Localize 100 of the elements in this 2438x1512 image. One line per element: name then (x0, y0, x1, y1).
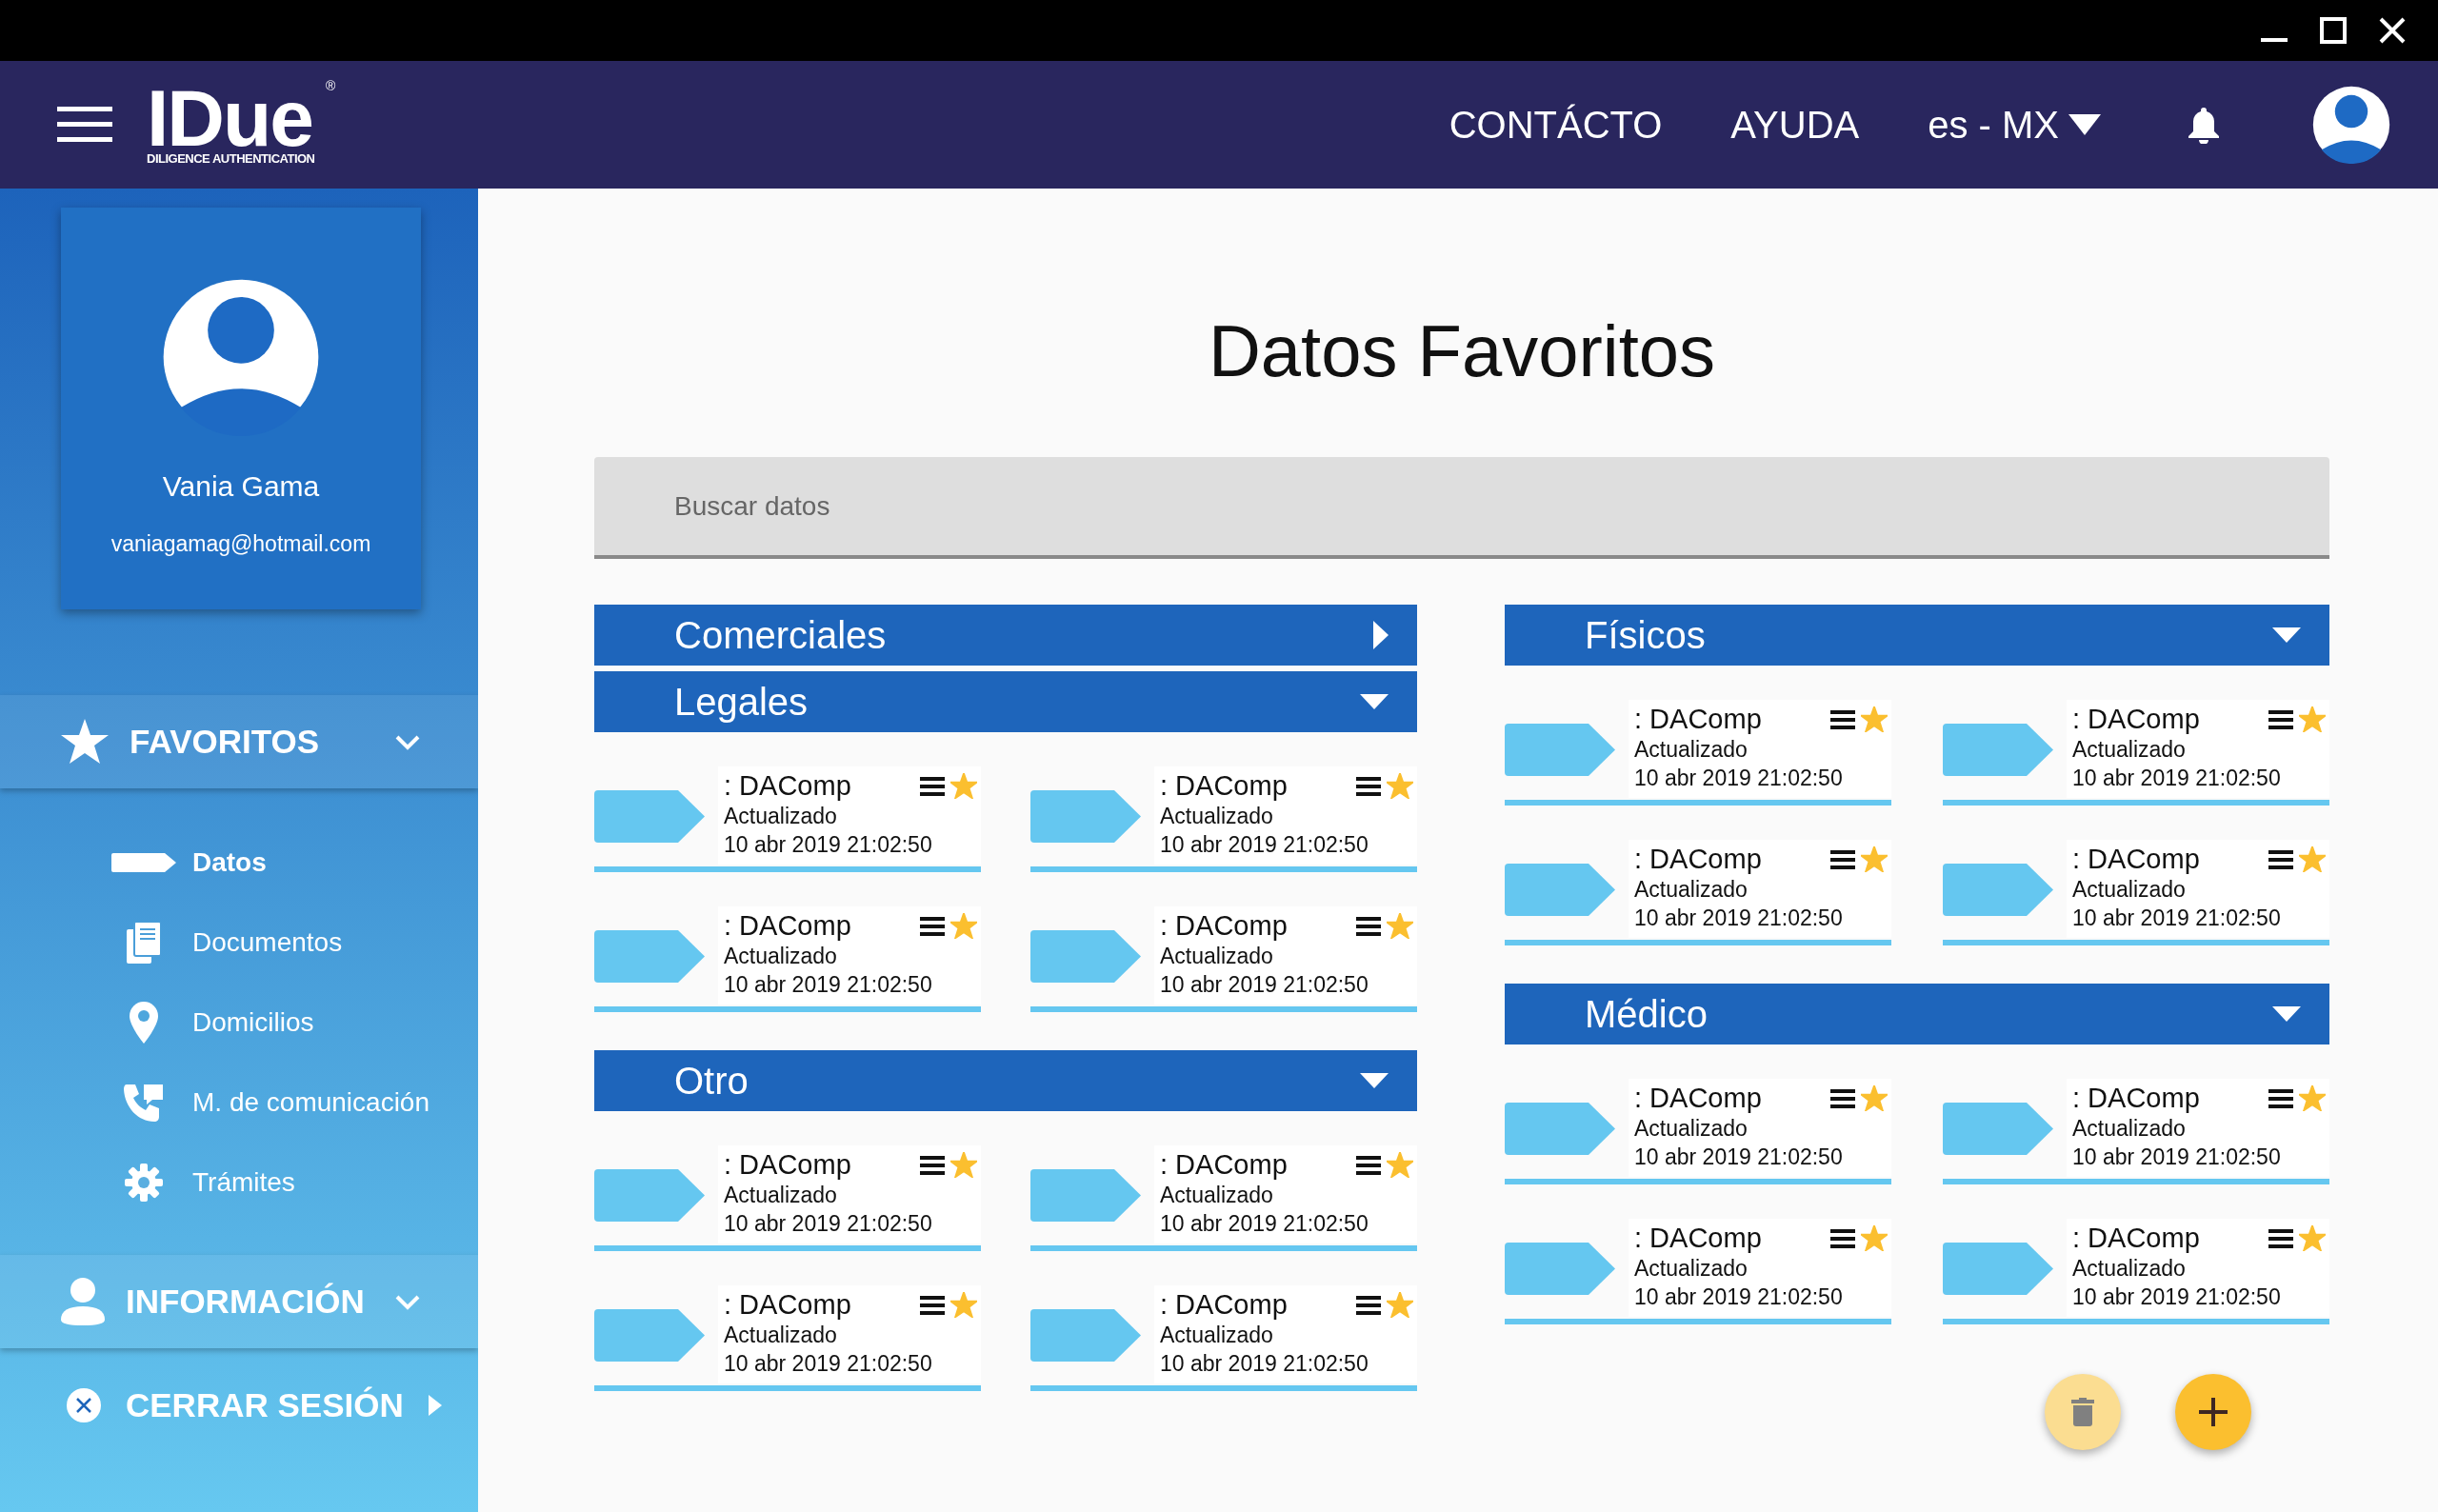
menu-icon[interactable] (1356, 915, 1381, 937)
date-label: 10 abr 2019 21:02:50 (2072, 905, 2282, 932)
data-card[interactable]: : DAComp Actualizado 10 abr 2019 21:02:50 (1505, 1219, 1891, 1324)
status-label: Actualizado (1634, 1255, 1749, 1283)
data-card[interactable]: : DAComp Actualizado 10 abr 2019 21:02:50 (1505, 700, 1891, 806)
star-icon[interactable] (950, 1152, 977, 1178)
tag-icon (1505, 1103, 1615, 1155)
date-label: 10 abr 2019 21:02:50 (724, 1350, 933, 1378)
star-icon[interactable] (950, 773, 977, 799)
menu-icon[interactable] (920, 1294, 945, 1316)
status-label: Actualizado (724, 803, 838, 830)
section-header[interactable]: Físicos (1505, 605, 2329, 666)
menu-icon[interactable] (57, 107, 112, 143)
phone-icon (123, 1083, 165, 1123)
language-selector[interactable]: es - MX (1928, 103, 2101, 147)
star-icon[interactable] (2299, 1225, 2326, 1251)
data-card[interactable]: : DAComp Actualizado 10 abr 2019 21:02:50 (1505, 1079, 1891, 1184)
star-icon[interactable] (1861, 706, 1888, 732)
menu-icon[interactable] (1830, 848, 1855, 870)
menu-icon[interactable] (1356, 1154, 1381, 1176)
date-label: 10 abr 2019 21:02:50 (1160, 1210, 1369, 1238)
search-field[interactable]: Buscar datos (594, 457, 2329, 559)
section-label: Físicos (1585, 613, 1707, 657)
logo-tagline: DILIGENCE AUTHENTICATION (147, 152, 315, 166)
data-card[interactable]: : DAComp Actualizado 10 abr 2019 21:02:50 (1943, 1079, 2329, 1184)
star-icon[interactable] (1387, 913, 1413, 939)
date-label: 10 abr 2019 21:02:50 (1634, 1144, 1844, 1171)
star-icon[interactable] (2299, 846, 2326, 872)
star-icon[interactable] (1861, 1085, 1888, 1111)
tag-icon (1943, 1243, 2053, 1295)
status-label: Actualizado (1160, 803, 1274, 830)
section-label: INFORMACIÓN (126, 1283, 366, 1321)
menu-icon[interactable] (920, 1154, 945, 1176)
tag-icon (1943, 724, 2053, 776)
close-circle-icon (67, 1388, 101, 1422)
avatar-icon[interactable] (2312, 86, 2390, 164)
date-label: 10 abr 2019 21:02:50 (1634, 905, 1844, 932)
tag-icon (1030, 790, 1141, 843)
status-label: Actualizado (724, 1322, 838, 1349)
star-icon[interactable] (1861, 1225, 1888, 1251)
data-card[interactable]: : DAComp Actualizado 10 abr 2019 21:02:50 (594, 906, 981, 1012)
data-card[interactable]: : DAComp Actualizado 10 abr 2019 21:02:50 (1030, 1285, 1417, 1391)
star-icon[interactable] (2299, 1085, 2326, 1111)
close-icon[interactable] (2379, 17, 2406, 44)
star-icon (61, 719, 109, 765)
tag-icon (1505, 724, 1615, 776)
data-card[interactable]: : DAComp Actualizado 10 abr 2019 21:02:50 (1030, 1145, 1417, 1251)
data-card[interactable]: : DAComp Actualizado 10 abr 2019 21:02:50 (1943, 700, 2329, 806)
menu-icon[interactable] (920, 775, 945, 797)
bell-icon[interactable] (2187, 106, 2221, 144)
date-label: 10 abr 2019 21:02:50 (1634, 1283, 1844, 1311)
caret-icon (2068, 114, 2101, 135)
section-label: Otro (674, 1059, 749, 1103)
data-card[interactable]: : DAComp Actualizado 10 abr 2019 21:02:50 (1030, 906, 1417, 1012)
data-card[interactable]: : DAComp Actualizado 10 abr 2019 21:02:50 (1943, 1219, 2329, 1324)
status-label: Actualizado (2072, 736, 2187, 764)
menu-icon[interactable] (2268, 1227, 2293, 1249)
data-card[interactable]: : DAComp Actualizado 10 abr 2019 21:02:50 (594, 766, 981, 872)
nav-link[interactable]: CONTÁCTO (1449, 103, 1663, 147)
menu-icon[interactable] (1356, 1294, 1381, 1316)
date-label: 10 abr 2019 21:02:50 (1634, 765, 1844, 792)
menu-icon[interactable] (1356, 775, 1381, 797)
user-email: vaniagamag@hotmail.com (110, 531, 371, 557)
menu-icon[interactable] (1830, 1227, 1855, 1249)
menu-icon[interactable] (1830, 708, 1855, 730)
card-title: : DAComp (724, 910, 852, 942)
data-card[interactable]: : DAComp Actualizado 10 abr 2019 21:02:50 (594, 1145, 981, 1251)
card-title: : DAComp (2072, 1223, 2201, 1254)
data-card[interactable]: : DAComp Actualizado 10 abr 2019 21:02:50 (1030, 766, 1417, 872)
add-button[interactable] (2175, 1374, 2251, 1450)
star-icon[interactable] (1387, 1152, 1413, 1178)
star-icon[interactable] (2299, 706, 2326, 732)
section-header[interactable]: Comerciales (594, 605, 1417, 666)
star-icon[interactable] (950, 1292, 977, 1318)
star-icon[interactable] (950, 913, 977, 939)
data-card[interactable]: : DAComp Actualizado 10 abr 2019 21:02:50 (1505, 840, 1891, 945)
date-label: 10 abr 2019 21:02:50 (1160, 971, 1369, 999)
menu-icon[interactable] (2268, 1087, 2293, 1109)
menu-icon[interactable] (1830, 1087, 1855, 1109)
menu-icon[interactable] (2268, 848, 2293, 870)
menu-icon[interactable] (920, 915, 945, 937)
star-icon[interactable] (1861, 846, 1888, 872)
star-icon[interactable] (1387, 1292, 1413, 1318)
section-header[interactable]: Otro (594, 1050, 1417, 1111)
card-title: : DAComp (2072, 1083, 2201, 1114)
section-header[interactable]: Médico (1505, 984, 2329, 1044)
star-icon[interactable] (1387, 773, 1413, 799)
date-label: 10 abr 2019 21:02:50 (2072, 1144, 2282, 1171)
card-title: : DAComp (2072, 704, 2201, 735)
data-card[interactable]: : DAComp Actualizado 10 abr 2019 21:02:50 (594, 1285, 981, 1391)
maximize-icon[interactable] (2320, 17, 2347, 44)
nav-link[interactable]: AYUDA (1730, 103, 1860, 147)
tag-icon (111, 853, 176, 872)
card-title: : DAComp (1634, 844, 1763, 875)
plus-icon (2199, 1398, 2228, 1426)
caret-right-icon (428, 1395, 442, 1416)
data-card[interactable]: : DAComp Actualizado 10 abr 2019 21:02:50 (1943, 840, 2329, 945)
section-header[interactable]: Legales (594, 671, 1417, 732)
tag-icon (1943, 864, 2053, 916)
menu-icon[interactable] (2268, 708, 2293, 730)
